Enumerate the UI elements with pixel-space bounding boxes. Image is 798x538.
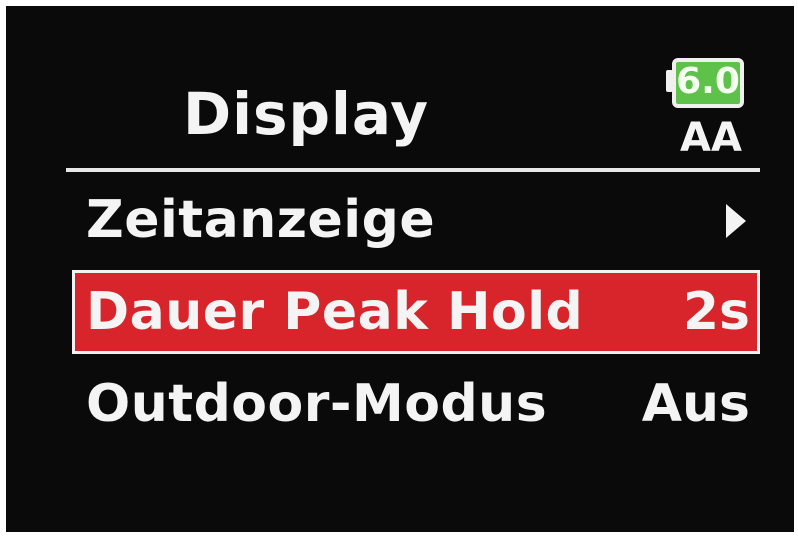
menu-item-zeitanzeige[interactable]: Zeitanzeige — [72, 178, 760, 262]
menu-item-value: 2s — [682, 282, 750, 342]
battery-indicator: 6.0 AA — [666, 56, 756, 168]
menu-item-dauer-peak-hold[interactable]: Dauer Peak Hold 2s — [72, 270, 760, 354]
chevron-right-icon — [726, 204, 746, 238]
menu-item-label: Dauer Peak Hold — [86, 282, 584, 342]
page-title: Display — [182, 80, 430, 148]
menu-item-value: Aus — [641, 374, 750, 434]
device-screen: Display 6.0 AA Zeitanzeige Dauer Peak Ho… — [6, 6, 794, 532]
menu-item-label: Zeitanzeige — [86, 190, 436, 250]
header-divider — [66, 168, 760, 172]
menu-item-outdoor-modus[interactable]: Outdoor-Modus Aus — [72, 362, 760, 446]
menu-item-label: Outdoor-Modus — [86, 374, 548, 434]
battery-type-label: AA — [680, 115, 742, 161]
battery-voltage: 6.0 — [676, 61, 740, 102]
